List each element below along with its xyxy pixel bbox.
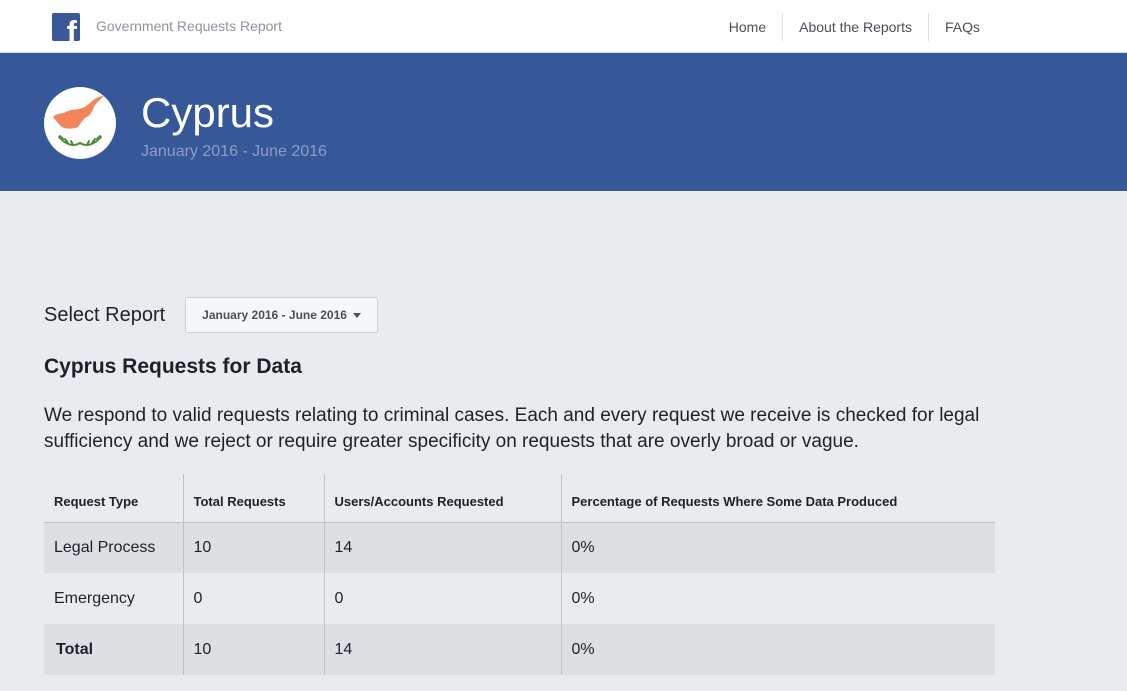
header-total-requests: Total Requests	[182, 474, 324, 523]
top-bar: f Government Requests Report Home About …	[0, 0, 1127, 53]
table-row: Legal Process 10 14 0%	[44, 522, 995, 573]
report-period-dropdown[interactable]: January 2016 - June 2016	[185, 297, 378, 333]
report-period: January 2016 - June 2016	[141, 143, 327, 160]
table-row-total: Total 10 14 0%	[44, 624, 995, 675]
top-nav: Home About the Reports FAQs	[713, 13, 996, 41]
country-header: Cyprus January 2016 - June 2016	[0, 53, 1127, 191]
header-request-type: Request Type	[44, 474, 183, 523]
cell-request-type: Emergency	[54, 589, 135, 607]
cell-percentage: 0%	[560, 624, 995, 675]
cell-total-requests: 10	[182, 624, 324, 675]
select-report-row: Select Report January 2016 - June 2016	[44, 297, 378, 333]
cyprus-flag-icon	[44, 87, 116, 159]
select-report-label: Select Report	[44, 303, 166, 326]
table-row: Emergency 0 0 0%	[44, 573, 995, 624]
dropdown-selected-value: January 2016 - June 2016	[202, 308, 347, 322]
cell-users-accounts: 14	[323, 522, 561, 573]
cell-users-accounts: 14	[323, 624, 561, 675]
country-name: Cyprus	[141, 89, 275, 136]
cell-total-requests: 0	[182, 573, 324, 624]
cell-percentage: 0%	[560, 573, 995, 624]
table-header-row: Request Type Total Requests Users/Accoun…	[44, 474, 995, 523]
header-users-accounts: Users/Accounts Requested	[323, 474, 561, 523]
cell-request-type: Legal Process	[44, 522, 183, 573]
facebook-logo-icon[interactable]: f	[52, 13, 80, 41]
nav-home[interactable]: Home	[713, 13, 782, 41]
cell-request-type: Total	[44, 624, 183, 675]
cell-users-accounts: 0	[323, 573, 561, 624]
section-title: Cyprus Requests for Data	[44, 355, 302, 378]
cell-percentage: 0%	[560, 522, 995, 573]
section-description: We respond to valid requests relating to…	[44, 405, 980, 452]
header-percentage: Percentage of Requests Where Some Data P…	[560, 474, 995, 523]
caret-down-icon	[352, 312, 361, 318]
cell-total-requests: 10	[182, 522, 324, 573]
requests-table: Request Type Total Requests Users/Accoun…	[44, 474, 995, 675]
nav-faqs[interactable]: FAQs	[927, 13, 996, 41]
nav-about-reports[interactable]: About the Reports	[782, 13, 928, 41]
site-title[interactable]: Government Requests Report	[96, 18, 282, 34]
